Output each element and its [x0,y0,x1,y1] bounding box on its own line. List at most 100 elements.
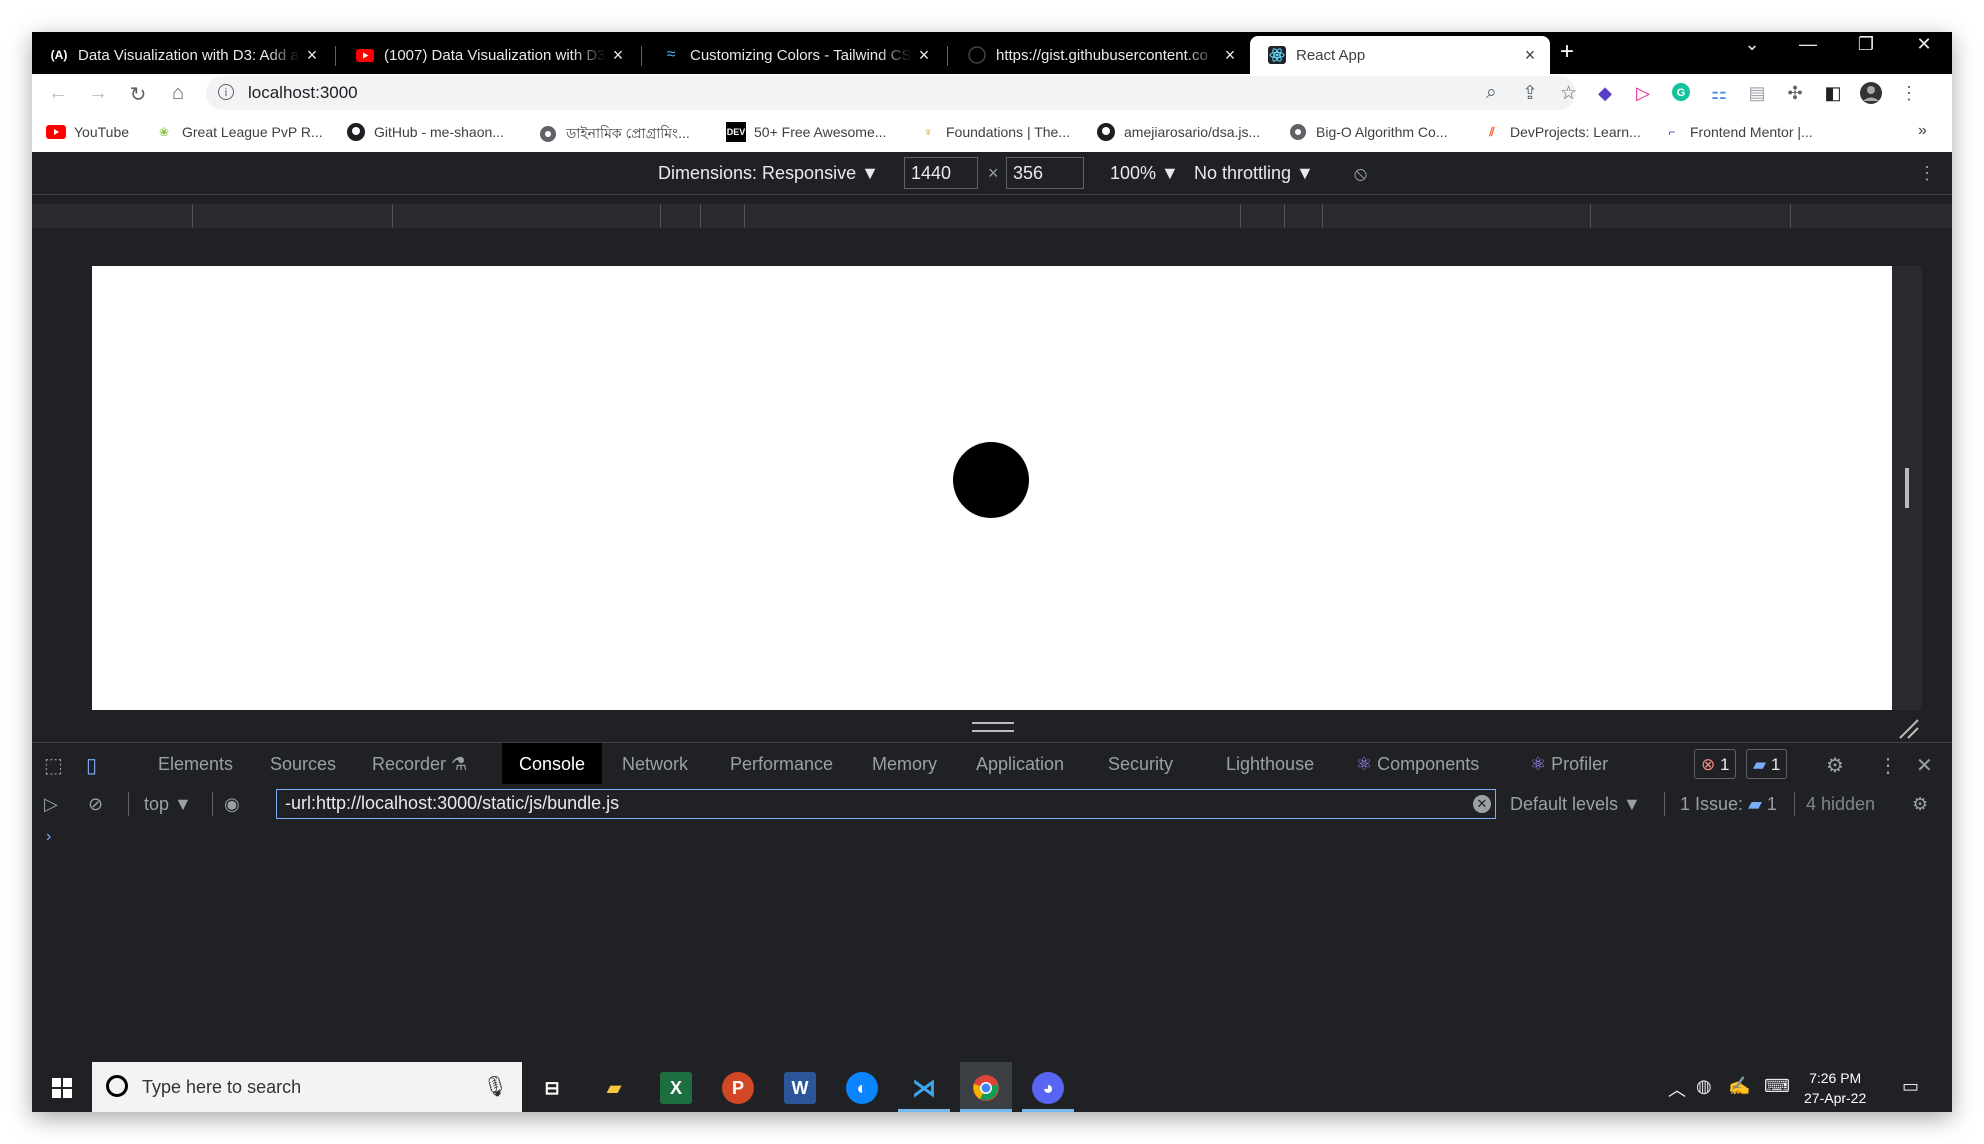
close-window-button[interactable]: ✕ [1896,34,1952,55]
log-levels-dropdown[interactable]: Default levels ▼ [1510,794,1641,815]
settings-gear-icon[interactable]: ⚙ [1826,753,1844,778]
tab-elements[interactable]: Elements [158,743,233,785]
context-selector[interactable]: top ▼ [144,794,192,815]
bookmark-star-icon[interactable]: ☆ [1560,82,1577,105]
extension-doc-icon[interactable]: ▤ [1746,82,1768,104]
tab-memory[interactable]: Memory [872,743,937,785]
tab-components[interactable]: ⚛ Components [1356,743,1479,785]
bookmark-dsa-js[interactable]: amejiarosario/dsa.js... [1096,122,1260,142]
console-prompt[interactable]: › [46,828,51,846]
tab-recorder[interactable]: Recorder ⚗ [372,743,467,785]
inspect-element-icon[interactable]: ⬚ [44,753,63,778]
address-bar[interactable]: i localhost:3000 ⌕ ⇪ ☆ [206,76,1577,110]
site-info-icon[interactable]: i [218,84,234,100]
back-icon[interactable]: ← [46,82,70,105]
tab-react-app[interactable]: React App × [1250,36,1550,74]
minimize-button[interactable]: — [1780,34,1836,55]
forward-icon[interactable]: → [86,82,110,105]
console-settings-gear-icon[interactable]: ⚙ [1912,794,1928,815]
extension-play-icon[interactable]: ▷ [1632,82,1654,104]
device-toggle-icon[interactable]: ▯ [86,753,97,778]
bookmark-devprojects[interactable]: ⫽ DevProjects: Learn... [1482,122,1640,142]
console-filter-input[interactable]: -url:http://localhost:3000/static/js/bun… [276,789,1496,819]
avatar[interactable] [1860,82,1882,104]
home-icon[interactable]: ⌂ [166,82,190,105]
grammarly-icon[interactable]: G [1670,82,1692,104]
network-globe-icon[interactable]: ◍ [1696,1076,1712,1097]
issues-button[interactable]: 1 Issue: ▰ 1 [1680,794,1777,815]
close-icon[interactable]: × [606,45,630,66]
side-panel-icon[interactable]: ◧ [1822,82,1844,104]
device-options-kebab-icon[interactable]: ⋮ [1918,163,1936,184]
reload-icon[interactable]: ↻ [126,82,150,107]
extension-icon[interactable]: ◆ [1594,82,1616,104]
tab-tailwind[interactable]: ≈ Customizing Colors - Tailwind CS × [644,36,944,74]
windows-start-icon[interactable] [46,1072,78,1104]
viewport-resize-right[interactable] [1892,266,1922,710]
zoom-icon[interactable]: ⌕ [1486,82,1497,104]
tab-performance[interactable]: Performance [730,743,833,785]
throttling-dropdown[interactable]: No throttling ▼ [1194,163,1314,184]
close-icon[interactable]: × [1218,45,1242,66]
resize-handle-horizontal[interactable] [972,722,1014,732]
clock[interactable]: 7:26 PM 27-Apr-22 [1804,1068,1866,1108]
keyboard-icon[interactable]: ⌨ [1764,1076,1790,1097]
rotate-icon[interactable]: ⦸ [1354,163,1367,186]
translate-icon[interactable]: ⚏ [1708,82,1730,104]
discord-icon[interactable]: ◕ [1032,1072,1064,1104]
close-devtools-icon[interactable]: ✕ [1916,753,1933,778]
tab-application[interactable]: Application [976,743,1064,785]
bookmark-great-league[interactable]: ❀ Great League PvP R... [154,122,323,142]
tab-security[interactable]: Security [1108,743,1173,785]
tab-youtube-d3[interactable]: (1007) Data Visualization with D3 × [338,36,638,74]
tab-search-dropdown-icon[interactable]: ⌄ [1724,34,1780,55]
bookmark-50-free-awesome[interactable]: DEV 50+ Free Awesome... [726,122,886,142]
bookmark-frontend-mentor[interactable]: ⌐ Frontend Mentor |... [1662,122,1812,142]
powerpoint-icon[interactable]: P [722,1072,754,1104]
viewport-height-input[interactable] [1006,157,1084,189]
viewport-width-input[interactable] [904,157,978,189]
task-view-icon[interactable]: ⊟ [536,1072,568,1104]
taskbar-search[interactable]: Type here to search 🎙 [92,1062,522,1112]
clear-console-icon[interactable]: ⊘ [88,794,103,815]
close-icon[interactable]: × [912,45,936,66]
vscode-icon[interactable]: ⋊ [908,1072,940,1104]
resize-corner-icon[interactable] [1898,718,1920,740]
tab-lighthouse[interactable]: Lighthouse [1226,743,1314,785]
restore-button[interactable]: ❐ [1838,34,1894,55]
tab-network[interactable]: Network [622,743,688,785]
notifications-icon[interactable]: ▭ [1902,1076,1919,1097]
extensions-puzzle-icon[interactable]: ✣ [1784,82,1806,104]
media-query-bar[interactable] [32,204,1952,228]
dimensions-dropdown[interactable]: Dimensions: Responsive ▼ [658,163,879,184]
sidebar-toggle-icon[interactable]: ▷ [44,794,58,815]
close-icon[interactable]: × [1518,45,1542,66]
bookmark-youtube[interactable]: YouTube [46,122,129,142]
bookmark-github-me-shaon[interactable]: GitHub - me-shaon... [346,122,504,142]
live-expression-eye-icon[interactable]: ◉ [224,794,240,815]
tab-d3-add[interactable]: (A) Data Visualization with D3: Add a × [32,36,332,74]
clear-filter-icon[interactable]: ✕ [1473,795,1491,813]
tab-profiler[interactable]: ⚛ Profiler [1530,743,1608,785]
tab-sources[interactable]: Sources [270,743,336,785]
pen-icon[interactable]: ✍ [1728,1076,1750,1097]
tray-chevron-icon[interactable]: ︿ [1668,1076,1686,1102]
bookmark-foundations[interactable]: ♆ Foundations | The... [918,122,1071,142]
bookmark-big-o[interactable]: Big-O Algorithm Co... [1288,122,1448,142]
firefox-icon[interactable]: ◐ [846,1072,878,1104]
console-output[interactable]: › [32,824,1952,1052]
microphone-icon[interactable]: 🎙 [483,1074,508,1099]
tab-console[interactable]: Console [502,743,603,785]
tab-gist[interactable]: https://gist.githubusercontent.co × [950,36,1250,74]
message-count-badge[interactable]: ▰ 1 [1746,749,1788,779]
bookmark-dynamic-programming[interactable]: ডাইনামিক প্রোগ্রামিং... [538,122,690,146]
zoom-dropdown[interactable]: 100% ▼ [1110,163,1179,184]
menu-kebab-icon[interactable]: ⋮ [1898,82,1920,104]
new-tab-button[interactable]: + [1550,38,1584,66]
file-explorer-icon[interactable]: ▰ [598,1072,630,1104]
share-icon[interactable]: ⇪ [1522,82,1538,105]
error-count-badge[interactable]: ⊗ 1 [1694,749,1737,779]
word-icon[interactable]: W [784,1072,816,1104]
devtools-menu-kebab-icon[interactable]: ⋮ [1878,753,1898,778]
bookmarks-more-button[interactable]: » [1918,122,1927,140]
